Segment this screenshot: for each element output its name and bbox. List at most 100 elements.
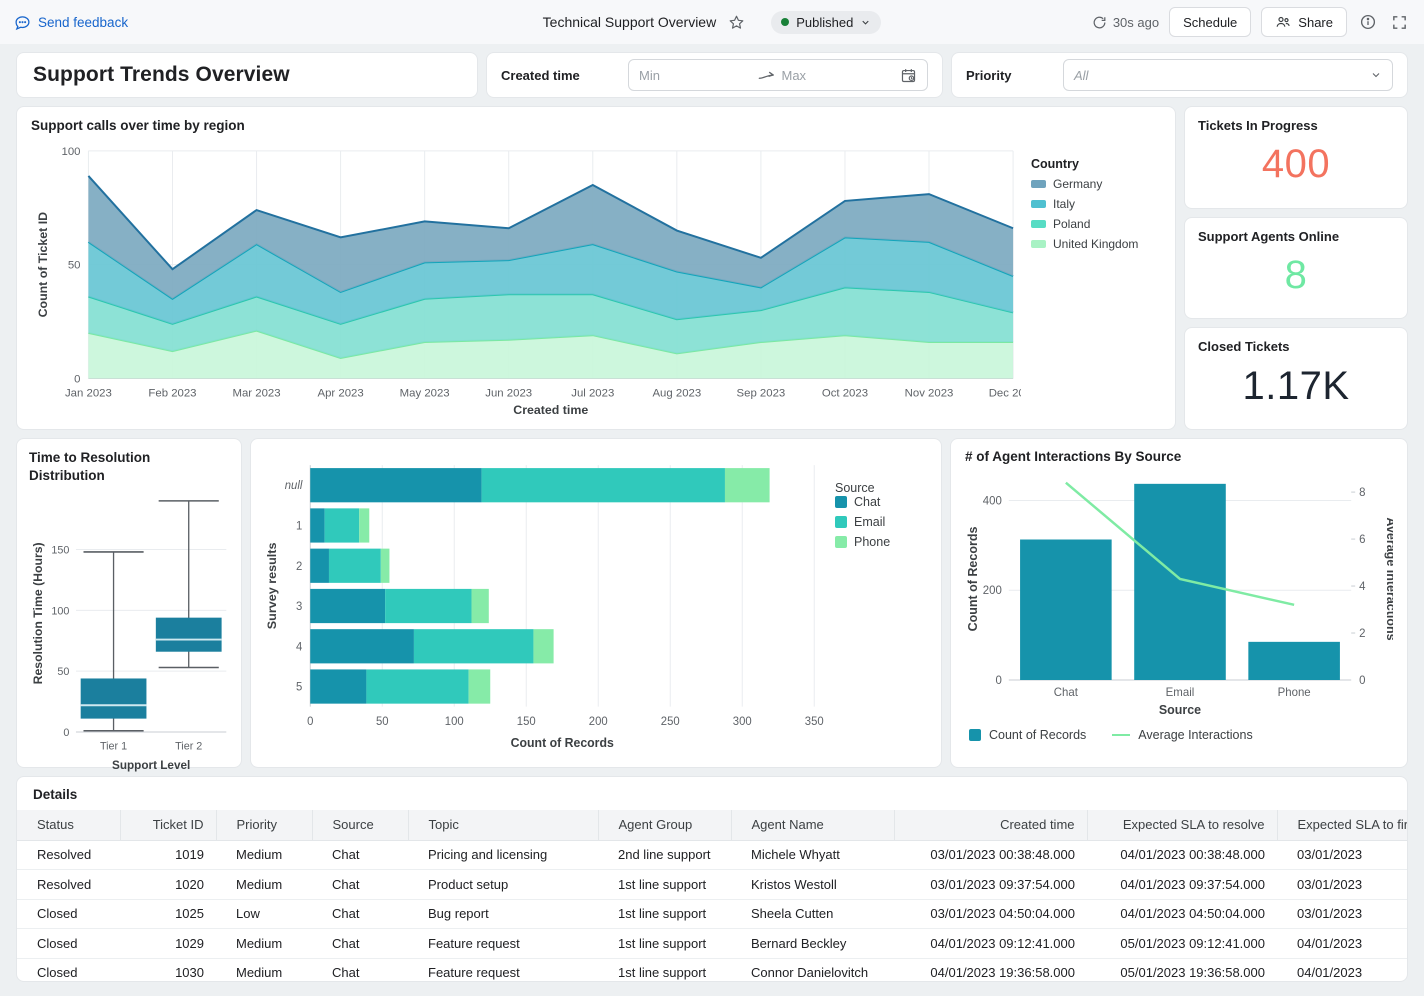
box-tier-2: [156, 618, 222, 652]
top-bar: Technical Support Overview Published Sen…: [0, 0, 1424, 44]
people-icon: [1275, 14, 1291, 30]
svg-text:100: 100: [51, 605, 69, 617]
svg-text:Sep 2023: Sep 2023: [737, 387, 786, 399]
svg-text:0: 0: [307, 716, 313, 728]
column-header-topic[interactable]: Topic: [408, 810, 598, 840]
legend-label: United Kingdom: [1053, 237, 1138, 251]
table-cell: Medium: [216, 958, 312, 982]
table-cell: 04/01/2023: [1277, 958, 1407, 982]
legend-item-germany[interactable]: Germany: [1031, 177, 1138, 191]
share-button[interactable]: Share: [1261, 7, 1347, 37]
min-date-input[interactable]: Min: [639, 68, 750, 83]
survey-chart-card: 050100150200250300350null12345Count of R…: [250, 438, 942, 768]
interactions-combo-chart: 020040002468ChatEmailPhoneSourceCount of…: [965, 470, 1393, 722]
svg-text:4: 4: [1359, 581, 1366, 593]
column-header-priority[interactable]: Priority: [216, 810, 312, 840]
svg-text:250: 250: [661, 716, 680, 728]
survey-stacked-bar-chart: 050100150200250300350null12345Count of R…: [263, 453, 829, 757]
svg-text:200: 200: [983, 585, 1002, 597]
legend-item-italy[interactable]: Italy: [1031, 197, 1138, 211]
legend-item-count-of-records[interactable]: Count of Records: [969, 728, 1086, 742]
bar-5-email: [366, 669, 468, 703]
combo-legend: Count of Records Average Interactions: [965, 728, 1393, 742]
svg-text:8: 8: [1359, 487, 1365, 499]
svg-text:6: 6: [1359, 534, 1365, 546]
legend-swatch: [835, 516, 847, 528]
legend-item-chat[interactable]: Chat: [835, 495, 890, 509]
legend-item-united-kingdom[interactable]: United Kingdom: [1031, 237, 1138, 251]
table-cell: 03/01/2023 09:37:54.000: [894, 870, 1087, 900]
bar-4-email: [414, 629, 534, 663]
table-cell: 1030: [120, 958, 216, 982]
column-header-agent-name[interactable]: Agent Name: [731, 810, 894, 840]
max-date-input[interactable]: Max: [782, 68, 893, 83]
svg-text:3: 3: [296, 601, 302, 613]
svg-text:300: 300: [733, 716, 752, 728]
refresh-control[interactable]: 30s ago: [1092, 15, 1159, 30]
legend-item-email[interactable]: Email: [835, 515, 890, 529]
svg-text:Tier 1: Tier 1: [100, 740, 127, 752]
send-feedback-link[interactable]: Send feedback: [14, 14, 128, 31]
svg-text:400: 400: [983, 495, 1002, 507]
kpi-label: Closed Tickets: [1198, 339, 1394, 354]
publish-status-label: Published: [796, 15, 853, 30]
schedule-button[interactable]: Schedule: [1169, 7, 1251, 37]
table-cell: Medium: [216, 840, 312, 870]
svg-text:Average Interactions: Average Interactions: [1384, 517, 1393, 640]
kpi-label: Support Agents Online: [1198, 229, 1394, 244]
bar-3-email: [385, 589, 471, 623]
table-row[interactable]: Resolved1019MediumChatPricing and licens…: [17, 840, 1407, 870]
created-time-range-input[interactable]: Min Max: [628, 59, 928, 91]
bar-5-phone: [469, 669, 491, 703]
bar-3-chat: [310, 589, 385, 623]
kpi-label: Tickets In Progress: [1198, 118, 1394, 133]
created-time-label: Created time: [501, 68, 580, 83]
table-cell: 03/01/2023: [1277, 840, 1407, 870]
calendar-icon[interactable]: [900, 67, 917, 84]
svg-text:Jan 2023: Jan 2023: [65, 387, 112, 399]
table-cell: Feature request: [408, 929, 598, 959]
publish-status-dropdown[interactable]: Published: [771, 11, 881, 34]
legend-swatch: [969, 729, 981, 741]
svg-text:0: 0: [995, 675, 1001, 687]
bar-phone: [1248, 642, 1340, 680]
svg-text:2: 2: [296, 561, 302, 573]
dashboard-title: Technical Support Overview: [543, 14, 717, 30]
kpi-card-1: Support Agents Online8: [1184, 217, 1408, 320]
area-chart: 050100Jan 2023Feb 2023Mar 2023Apr 2023Ma…: [31, 139, 1021, 421]
column-header-status[interactable]: Status: [17, 810, 120, 840]
column-header-expected-sla-to-first-response[interactable]: Expected SLA to first response: [1277, 810, 1407, 840]
favorite-star-icon[interactable]: [726, 12, 747, 33]
range-arrow-icon: [758, 70, 774, 80]
legend-item-poland[interactable]: Poland: [1031, 217, 1138, 231]
column-header-created-time[interactable]: Created time: [894, 810, 1087, 840]
svg-text:Apr 2023: Apr 2023: [318, 387, 364, 399]
priority-label: Priority: [966, 68, 1012, 83]
svg-text:Aug 2023: Aug 2023: [652, 387, 701, 399]
column-header-agent-group[interactable]: Agent Group: [598, 810, 731, 840]
refresh-icon: [1092, 15, 1107, 30]
fullscreen-icon[interactable]: [1389, 12, 1410, 33]
table-cell: 03/01/2023 00:38:48.000: [894, 840, 1087, 870]
area-chart-card: Support calls over time by region 050100…: [16, 106, 1176, 430]
legend-item-phone[interactable]: Phone: [835, 535, 890, 549]
svg-text:Tier 2: Tier 2: [175, 740, 202, 752]
legend-swatch: [1031, 180, 1046, 188]
legend-item-average-interactions[interactable]: Average Interactions: [1112, 728, 1252, 742]
svg-text:Nov 2023: Nov 2023: [905, 387, 954, 399]
table-row[interactable]: Resolved1020MediumChatProduct setup1st l…: [17, 870, 1407, 900]
priority-select[interactable]: All: [1063, 59, 1393, 91]
info-icon[interactable]: [1357, 11, 1379, 33]
bar-email: [1134, 484, 1226, 680]
table-cell: 1020: [120, 870, 216, 900]
column-header-expected-sla-to-resolve[interactable]: Expected SLA to resolve: [1087, 810, 1277, 840]
table-cell: 04/01/2023: [1277, 929, 1407, 959]
column-header-source[interactable]: Source: [312, 810, 408, 840]
table-cell: Connor Danielovitch: [731, 958, 894, 982]
table-row[interactable]: Closed1030MediumChatFeature request1st l…: [17, 958, 1407, 982]
column-header-ticket-id[interactable]: Ticket ID: [120, 810, 216, 840]
table-row[interactable]: Closed1025LowChatBug report1st line supp…: [17, 899, 1407, 929]
table-cell: 03/01/2023 04:50:04.000: [894, 899, 1087, 929]
table-row[interactable]: Closed1029MediumChatFeature request1st l…: [17, 929, 1407, 959]
bar-1-email: [325, 508, 360, 542]
